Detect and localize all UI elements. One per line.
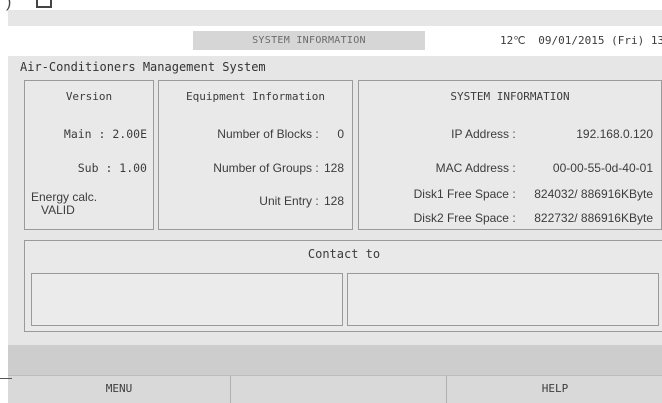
system-info-heading: SYSTEM INFORMATION [450,90,570,103]
disk2-value: 822732/ 886916KByte [534,211,653,225]
menu-button[interactable]: MENU [8,375,230,403]
equipment-row-units: Unit Entry : 128 [259,194,344,208]
help-button[interactable]: HELP [446,375,662,403]
time: 13:5 [650,34,662,47]
ip-label: IP Address : [451,127,516,141]
version-sub: Sub : 1.00 [77,161,147,175]
energy-calc-label: Energy calc. [31,190,98,204]
edge-line [0,378,12,379]
version-heading: Version [65,90,113,103]
mac-label: MAC Address : [435,161,516,175]
top-strip [0,0,662,10]
equipment-panel: Equipment Information Number of Blocks :… [158,80,353,230]
cropped-icon [36,0,52,8]
contact-field-left[interactable] [31,273,343,326]
disk1-label: Disk1 Free Space : [413,187,516,201]
system-info-panel: SYSTEM INFORMATION IP Address : 192.168.… [358,80,662,230]
contact-panel: Contact to [24,240,662,332]
contact-field-right[interactable] [347,273,659,326]
disk2-row: Disk2 Free Space : 822732/ 886916KByte [414,211,653,225]
status-bar [8,345,662,375]
equipment-row-blocks: Number of Blocks : 0 [217,127,344,141]
mac-value: 00-00-55-0d-40-01 [552,161,653,175]
date: 09/01/2015 (Fri) [538,34,645,47]
energy-calc-status: VALID [41,203,75,217]
contact-heading: Contact to [307,247,381,261]
screen: SYSTEM INFORMATION 12℃ 09/01/2015 (Fri) … [8,10,662,403]
groups-label: Number of Groups : [213,161,319,175]
bottom-separator-1 [230,376,231,403]
disk2-label: Disk2 Free Space : [413,211,516,225]
blocks-value: 0 [337,127,344,141]
equipment-heading: Equipment Information [185,90,326,103]
app-name: Air-Conditioners Management System [20,60,266,74]
blocks-label: Number of Blocks : [217,127,319,141]
version-panel: Version Main : 2.00E Sub : 1.00 Energy c… [24,80,154,230]
units-value: 128 [323,194,344,208]
disk1-value: 824032/ 886916KByte [534,187,653,201]
disk1-row: Disk1 Free Space : 824032/ 886916KByte [414,187,653,201]
units-label: Unit Entry : [259,194,319,208]
groups-value: 128 [323,161,344,175]
ip-row: IP Address : 192.168.0.120 [451,127,653,141]
version-main: Main : 2.00E [63,127,147,141]
temperature: 12℃ [500,34,526,47]
ip-value: 192.168.0.120 [576,127,653,141]
equipment-row-groups: Number of Groups : 128 [213,161,344,175]
mac-row: MAC Address : 00-00-55-0d-40-01 [436,161,653,175]
datetime-display: 12℃ 09/01/2015 (Fri) 13:5 [500,31,662,50]
page-title: SYSTEM INFORMATION [193,31,425,50]
